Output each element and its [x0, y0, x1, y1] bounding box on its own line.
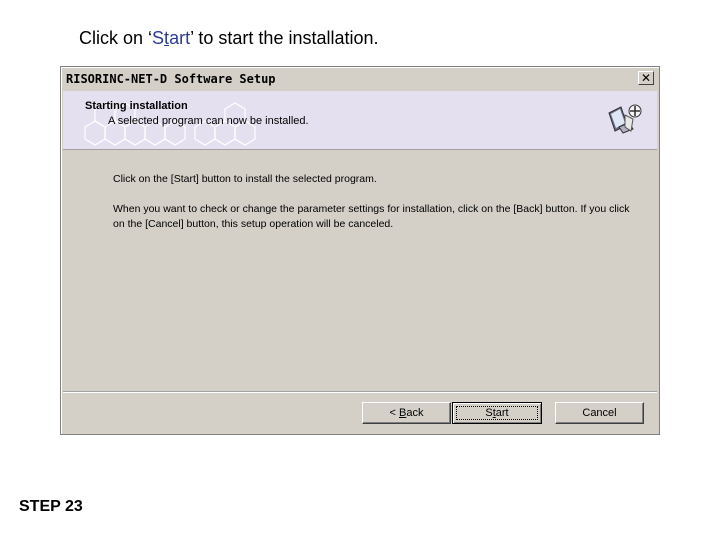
- back-button-prefix: <: [389, 407, 399, 419]
- header-subtitle: A selected program can now be installed.: [108, 115, 309, 127]
- instruction-highlight-first: S: [152, 28, 165, 48]
- focus-rectangle: [456, 406, 538, 420]
- title-bar[interactable]: RISORINC-NET-D Software Setup ✕: [63, 69, 657, 89]
- back-button[interactable]: < Back: [362, 402, 451, 424]
- instruction-highlight: Start: [152, 28, 190, 48]
- cancel-button-label: Cancel: [582, 407, 617, 419]
- computer-setup-icon: [608, 104, 642, 134]
- back-button-rest: ack: [406, 407, 424, 419]
- setup-dialog: RISORINC-NET-D Software Setup ✕ Starting…: [60, 66, 660, 435]
- button-separator: [63, 391, 657, 393]
- instruction-after: ’ to start the installation.: [190, 28, 379, 48]
- close-icon: ✕: [640, 71, 652, 85]
- start-button[interactable]: St art: [452, 402, 542, 424]
- instruction-before: Click on ‘: [79, 28, 153, 48]
- instruction-highlight-rest: art: [169, 28, 191, 48]
- instruction-line-1: Click on the [Start] button to install t…: [113, 173, 377, 185]
- header-title: Starting installation: [85, 100, 188, 112]
- instruction-line-2: When you want to check or change the par…: [113, 203, 630, 230]
- cancel-button[interactable]: Cancel: [555, 402, 644, 424]
- window-title: RISORINC-NET-D Software Setup: [66, 72, 276, 86]
- back-button-mnemonic: B: [399, 407, 407, 419]
- close-button[interactable]: ✕: [638, 71, 654, 85]
- instruction-text: Click on ‘Start’ to start the installati…: [79, 28, 379, 49]
- header-panel: Starting installation A selected program…: [63, 91, 657, 150]
- step-label: STEP 23: [19, 498, 83, 515]
